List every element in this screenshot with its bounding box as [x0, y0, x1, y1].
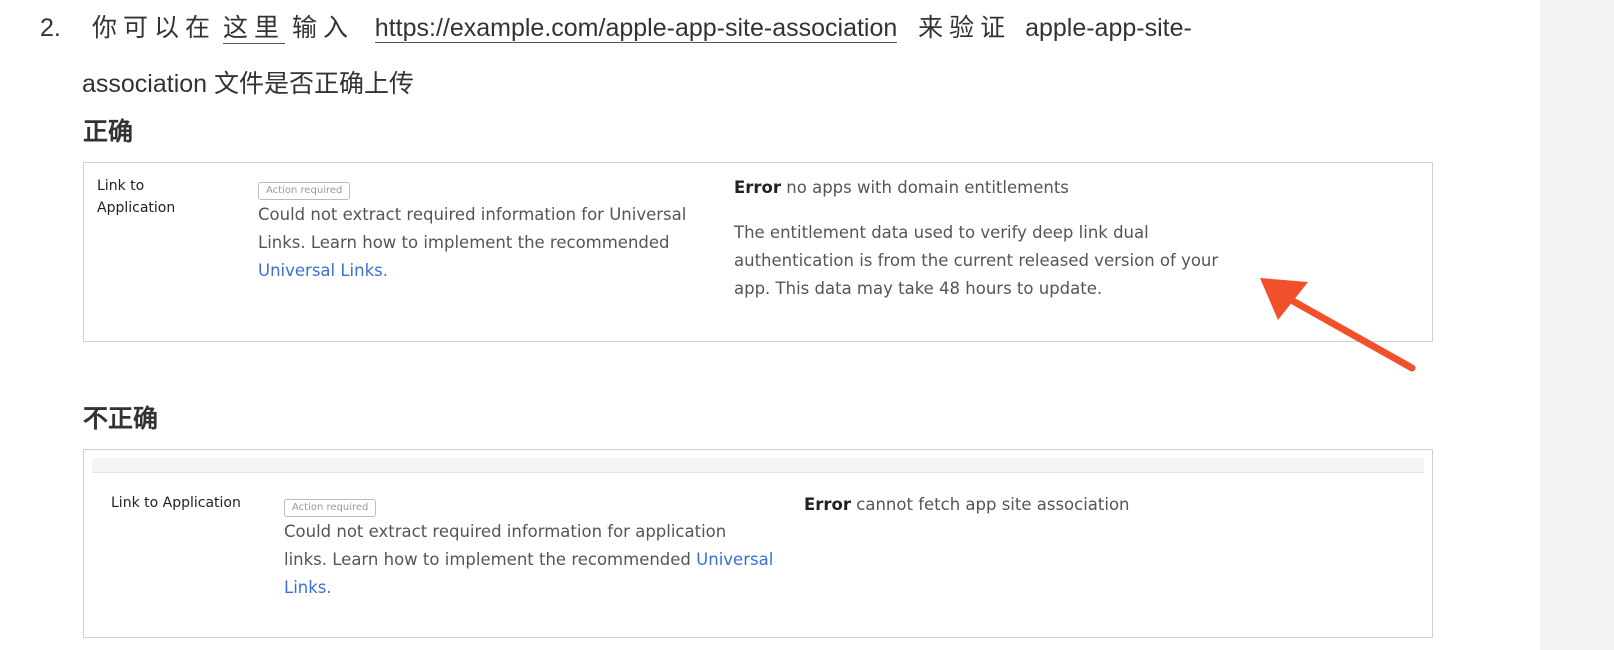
- error-keyword: Error: [804, 495, 852, 514]
- universal-links-link[interactable]: Universal Links.: [258, 261, 388, 280]
- incorrect-description: Could not extract required information f…: [284, 518, 774, 602]
- link-to-application-label: Link to Application: [97, 178, 176, 216]
- incorrect-error: Error cannot fetch app site association: [804, 491, 1364, 519]
- correct-screenshot: Link to Application Action required Coul…: [83, 162, 1433, 342]
- document-page: 2. 你可以在 这里 输入 https://example.com/apple-…: [0, 0, 1614, 650]
- screenshot-top-bar: [92, 458, 1424, 473]
- incorrect-description-text: Could not extract required information f…: [284, 522, 727, 569]
- entitlement-note: The entitlement data used to verify deep…: [734, 223, 1219, 298]
- error-keyword: Error: [734, 178, 782, 197]
- link-to-application-label: Link to Application: [111, 495, 241, 511]
- action-required-badge: Action required: [258, 182, 351, 200]
- step-number: 2.: [40, 14, 61, 42]
- step-line-1: 你可以在 这里 输入 https://example.com/apple-app…: [92, 0, 1192, 56]
- correct-description-text: Could not extract required information f…: [258, 205, 687, 252]
- step-line-2: association 文件是否正确上传: [82, 70, 415, 98]
- right-sidebar: [1540, 0, 1614, 650]
- correct-description: Could not extract required information f…: [258, 201, 698, 285]
- incorrect-heading: 不正确: [83, 405, 159, 433]
- error-text: no apps with domain entitlements: [786, 178, 1069, 197]
- here-link[interactable]: 这里: [222, 14, 285, 44]
- aasa-url-link[interactable]: https://example.com/apple-app-site-assoc…: [374, 14, 898, 43]
- correct-error: Error no apps with domain entitlements: [734, 174, 1334, 202]
- error-text: cannot fetch app site association: [856, 495, 1130, 514]
- action-required-badge: Action required: [284, 499, 377, 517]
- incorrect-screenshot: Link to Application Action required Coul…: [83, 449, 1433, 638]
- step-text-input: 输入: [291, 14, 354, 42]
- red-arrow-icon: [1260, 278, 1416, 372]
- correct-heading: 正确: [83, 118, 134, 146]
- step-text-before: 你可以在: [92, 14, 217, 42]
- step-text-verify: 来验证: [918, 14, 1012, 42]
- step-text-line1-tail: apple-app-site-: [1025, 14, 1192, 42]
